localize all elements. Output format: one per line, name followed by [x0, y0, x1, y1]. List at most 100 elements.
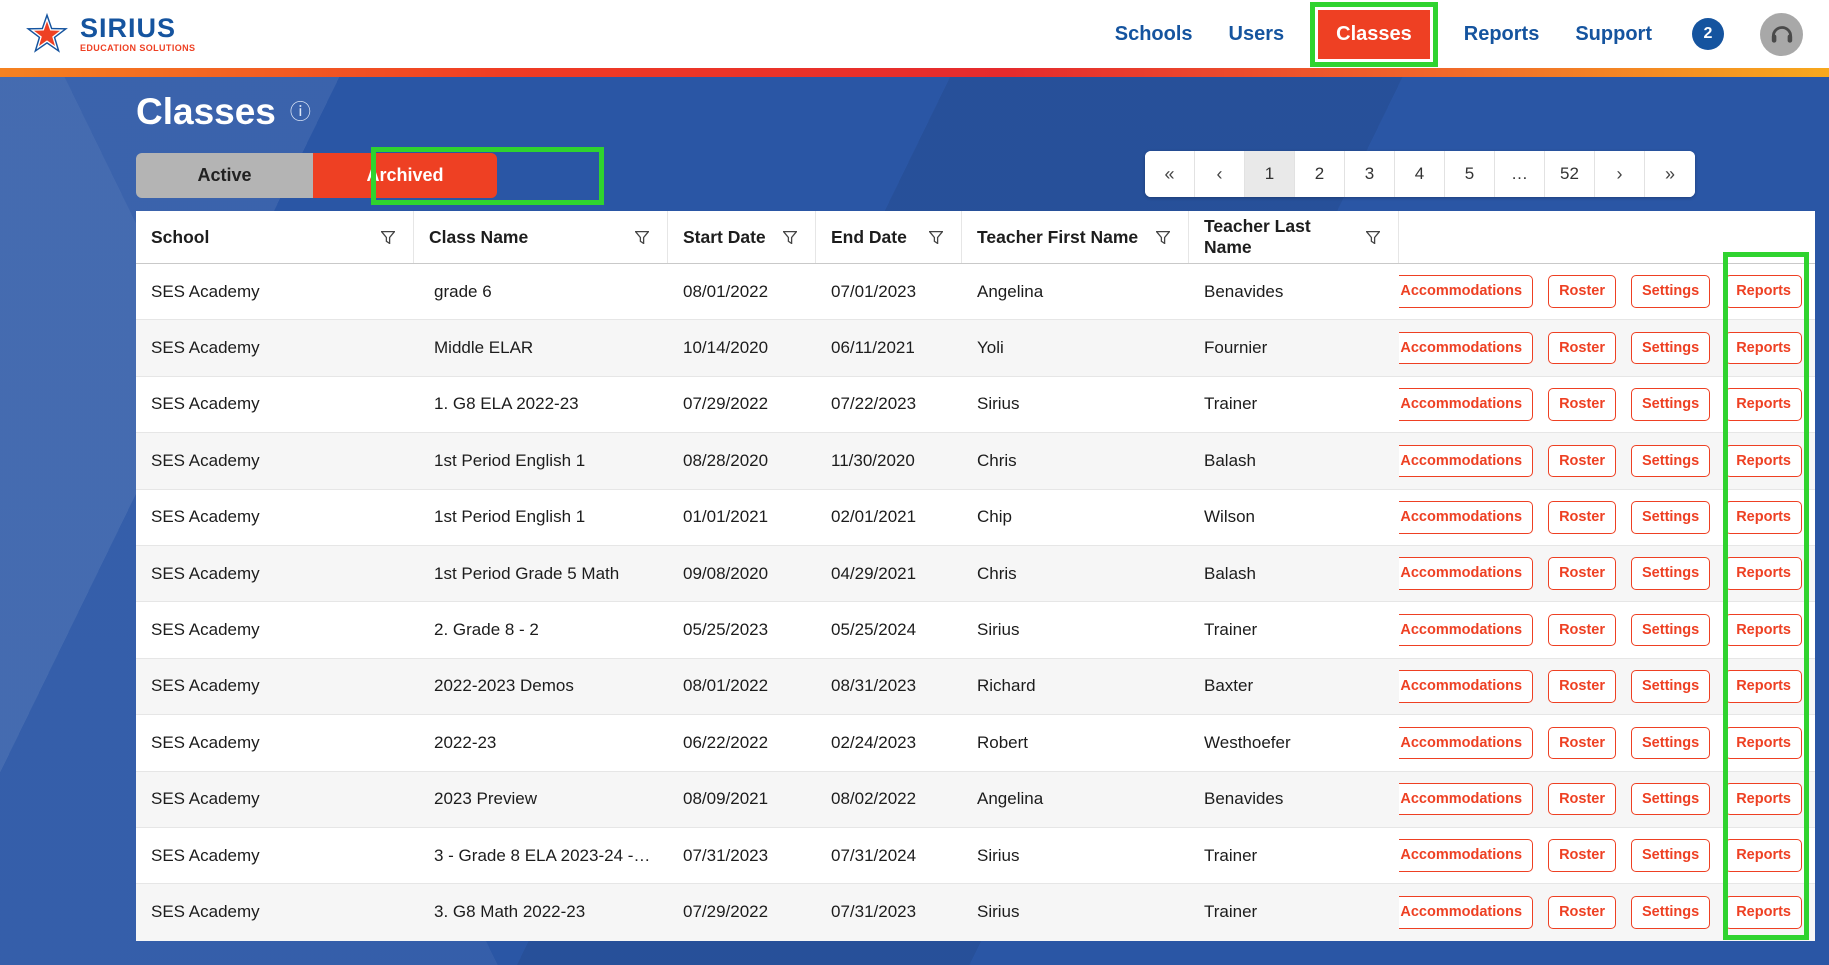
settings-button[interactable]: Settings: [1631, 331, 1711, 365]
cell-start-date: 01/01/2021: [683, 507, 769, 527]
roster-button[interactable]: Roster: [1548, 275, 1616, 308]
nav-item-reports[interactable]: Reports: [1464, 23, 1540, 46]
pagination-page-3[interactable]: 3: [1345, 151, 1395, 197]
settings-button[interactable]: Settings: [1631, 501, 1711, 534]
logo-text: SIRIUS EDUCATION SOLUTIONS: [80, 14, 195, 54]
pagination-page-4[interactable]: 4: [1395, 151, 1445, 197]
sirius-logo[interactable]: SIRIUS EDUCATION SOLUTIONS: [24, 11, 195, 57]
table-header-row: School Class Name Start Date End Date Te…: [136, 211, 1815, 264]
cell-teacher-last-name: Benavides: [1204, 789, 1284, 809]
roster-button[interactable]: Roster: [1548, 331, 1616, 365]
pagination-page-1[interactable]: 1: [1245, 151, 1295, 197]
column-header-start-date: Start Date: [668, 211, 816, 263]
pagination-last[interactable]: »: [1645, 151, 1695, 197]
roster-button[interactable]: Roster: [1548, 782, 1616, 816]
reports-button[interactable]: Reports: [1725, 275, 1802, 308]
accommodations-button[interactable]: Accommodations: [1399, 670, 1534, 703]
accommodations-button[interactable]: Accommodations: [1399, 839, 1534, 872]
column-label: Teacher Last Name: [1204, 216, 1311, 257]
roster-button[interactable]: Roster: [1548, 839, 1616, 872]
accommodations-button[interactable]: Accommodations: [1399, 726, 1534, 760]
cell-start-date: 07/29/2022: [683, 902, 769, 922]
reports-button[interactable]: Reports: [1725, 896, 1802, 929]
pagination-page-2[interactable]: 2: [1295, 151, 1345, 197]
cell-class-name: 2022-23: [434, 732, 497, 752]
nav-item-classes[interactable]: Classes: [1318, 9, 1430, 59]
column-header-actions: [1399, 211, 1815, 263]
accommodations-button[interactable]: Accommodations: [1399, 388, 1534, 421]
reports-button[interactable]: Reports: [1725, 501, 1802, 534]
filter-icon[interactable]: [783, 230, 797, 244]
reports-button[interactable]: Reports: [1725, 388, 1802, 421]
filter-icon[interactable]: [381, 230, 395, 244]
settings-button[interactable]: Settings: [1631, 388, 1711, 421]
notification-badge[interactable]: 2: [1692, 18, 1724, 50]
cell-class-name: 2. Grade 8 - 2: [434, 620, 539, 640]
pagination-ellipsis[interactable]: …: [1495, 151, 1545, 197]
reports-button[interactable]: Reports: [1725, 839, 1802, 872]
accommodations-button[interactable]: Accommodations: [1399, 331, 1534, 365]
pagination-prev[interactable]: ‹: [1195, 151, 1245, 197]
settings-button[interactable]: Settings: [1631, 444, 1711, 478]
roster-button[interactable]: Roster: [1548, 613, 1616, 647]
roster-button[interactable]: Roster: [1548, 388, 1616, 421]
settings-button[interactable]: Settings: [1631, 670, 1711, 703]
roster-button[interactable]: Roster: [1548, 444, 1616, 478]
cell-class-name: 2023 Preview: [434, 789, 538, 809]
tab-archived[interactable]: Archived: [313, 153, 497, 198]
cell-class-name: Middle ELAR: [434, 338, 534, 358]
cell-end-date: 08/02/2022: [831, 789, 917, 809]
reports-button[interactable]: Reports: [1725, 670, 1802, 703]
filter-icon[interactable]: [1156, 230, 1170, 244]
roster-button[interactable]: Roster: [1548, 896, 1616, 929]
accommodations-button[interactable]: Accommodations: [1399, 501, 1534, 534]
roster-button[interactable]: Roster: [1548, 670, 1616, 703]
cell-school: SES Academy: [151, 338, 260, 358]
settings-button[interactable]: Settings: [1631, 896, 1711, 929]
reports-button[interactable]: Reports: [1725, 331, 1802, 365]
accommodations-button[interactable]: Accommodations: [1399, 896, 1534, 929]
settings-button[interactable]: Settings: [1631, 726, 1711, 760]
accommodations-button[interactable]: Accommodations: [1399, 275, 1534, 308]
row-actions: Accommodations Roster Settings Reports: [1399, 331, 1815, 365]
accommodations-button[interactable]: Accommodations: [1399, 444, 1534, 478]
filter-icon[interactable]: [1366, 230, 1380, 244]
roster-button[interactable]: Roster: [1548, 726, 1616, 760]
column-label: Class Name: [429, 226, 529, 247]
accommodations-button[interactable]: Accommodations: [1399, 557, 1534, 590]
nav-item-users[interactable]: Users: [1229, 23, 1285, 46]
roster-button[interactable]: Roster: [1548, 557, 1616, 590]
settings-button[interactable]: Settings: [1631, 613, 1711, 647]
reports-button[interactable]: Reports: [1725, 726, 1802, 760]
nav-item-support[interactable]: Support: [1575, 23, 1652, 46]
pagination-page-5[interactable]: 5: [1445, 151, 1495, 197]
roster-button[interactable]: Roster: [1548, 501, 1616, 534]
user-avatar[interactable]: [1760, 12, 1803, 56]
accommodations-button[interactable]: Accommodations: [1399, 782, 1534, 816]
nav-item-schools[interactable]: Schools: [1115, 23, 1193, 46]
column-header-class-name: Class Name: [414, 211, 668, 263]
settings-button[interactable]: Settings: [1631, 557, 1711, 590]
pagination-first[interactable]: «: [1145, 151, 1195, 197]
cell-class-name: 1st Period Grade 5 Math: [434, 563, 620, 583]
reports-button[interactable]: Reports: [1725, 557, 1802, 590]
accommodations-button[interactable]: Accommodations: [1399, 613, 1534, 647]
info-icon[interactable]: ⓘ: [290, 102, 311, 123]
reports-button[interactable]: Reports: [1725, 782, 1802, 816]
row-actions: Accommodations Roster Settings Reports: [1399, 557, 1815, 590]
reports-button[interactable]: Reports: [1725, 613, 1802, 647]
filter-icon[interactable]: [635, 230, 649, 244]
filter-icon[interactable]: [929, 230, 943, 244]
pagination-page-52[interactable]: 52: [1545, 151, 1595, 197]
pagination-next[interactable]: ›: [1595, 151, 1645, 197]
settings-button[interactable]: Settings: [1631, 782, 1711, 816]
cell-teacher-last-name: Trainer: [1204, 902, 1258, 922]
row-actions: Accommodations Roster Settings Reports: [1399, 782, 1815, 816]
settings-button[interactable]: Settings: [1631, 275, 1711, 308]
reports-button[interactable]: Reports: [1725, 444, 1802, 478]
table-body: SES Academy grade 6 08/01/2022 07/01/202…: [136, 264, 1815, 941]
settings-button[interactable]: Settings: [1631, 839, 1711, 872]
tab-active[interactable]: Active: [136, 153, 313, 198]
classes-table: School Class Name Start Date End Date Te…: [136, 211, 1815, 941]
highlight-box-classes-nav: Classes: [1310, 1, 1438, 67]
